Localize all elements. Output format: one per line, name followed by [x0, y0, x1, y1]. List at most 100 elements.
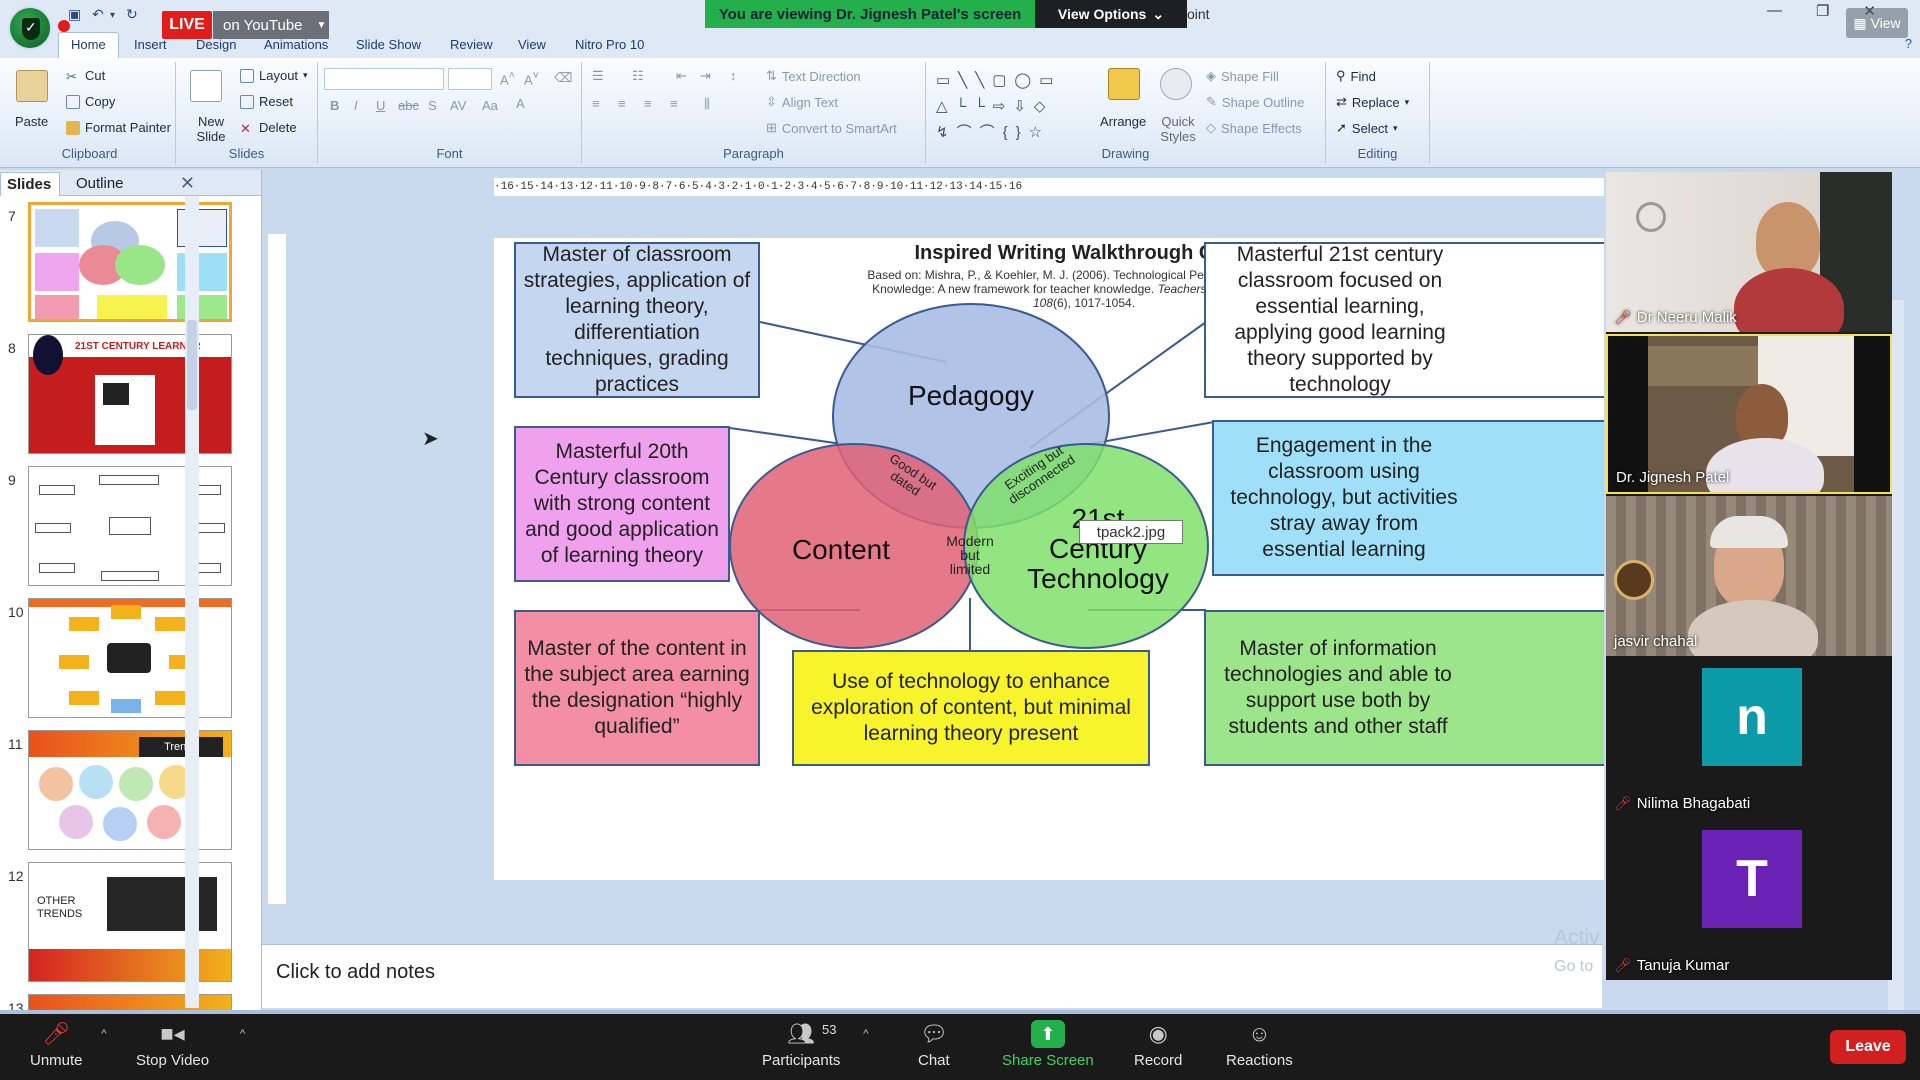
clear-formatting-icon[interactable]: ⌫	[554, 70, 572, 86]
shrink-font-icon[interactable]: A˅	[524, 70, 539, 87]
chat-button[interactable]: 💬︎ Chat	[918, 1020, 950, 1069]
arrange-button[interactable]: Arrange	[1100, 114, 1146, 129]
reactions-button[interactable]: ☺ Reactions	[1226, 1020, 1293, 1069]
participant-tile[interactable]: T 🎤︎ Tanuja Kumar	[1606, 820, 1892, 980]
line-spacing-icon[interactable]: ↕	[730, 68, 737, 83]
chevron-up-icon[interactable]: ^	[101, 1028, 106, 1040]
view-options-button[interactable]: View Options ⌄	[1035, 0, 1187, 28]
bold-icon[interactable]: B	[330, 98, 339, 113]
shape-effects-button[interactable]: ◇ Shape Effects	[1206, 120, 1302, 136]
box-content-master[interactable]: Master of the content in the subject are…	[514, 610, 760, 766]
slide-thumbnail[interactable]: 7	[0, 202, 240, 324]
box-engagement-technology[interactable]: Engagement in the classroom using techno…	[1212, 420, 1604, 576]
select-button[interactable]: ➚ Select ▾	[1336, 120, 1398, 136]
increase-indent-icon[interactable]: ⇥	[700, 68, 711, 84]
copy-button[interactable]: Copy	[66, 94, 115, 109]
new-slide-button[interactable]: New Slide	[188, 114, 234, 144]
strikethrough-icon[interactable]: abc	[398, 98, 419, 113]
convert-smartart-button[interactable]: ⊞ Convert to SmartArt	[766, 120, 897, 136]
office-button[interactable]	[8, 6, 52, 50]
bullets-icon[interactable]: ☰	[592, 68, 604, 84]
change-case-icon[interactable]: Aa	[482, 98, 498, 113]
slides-scrollbar[interactable]	[185, 196, 199, 1008]
align-left-icon[interactable]: ≡	[592, 96, 600, 111]
help-icon[interactable]: ?	[1905, 36, 1912, 51]
participant-tile-active[interactable]: Dr. Jignesh Patel	[1606, 334, 1892, 494]
reset-button[interactable]: Reset	[240, 94, 293, 109]
paste-button[interactable]: Paste	[15, 114, 48, 129]
slide-thumbnail[interactable]: 8 21ST CENTURY LEARNER	[0, 334, 240, 456]
tab-home[interactable]: Home	[58, 32, 119, 59]
slide-thumbnail[interactable]: 10	[0, 598, 240, 720]
quick-styles-button[interactable]: Quick Styles	[1158, 114, 1198, 144]
chevron-up-icon[interactable]: ^	[240, 1028, 245, 1040]
arrange-icon[interactable]	[1108, 68, 1140, 100]
scrollbar-thumb[interactable]	[187, 320, 197, 410]
paste-icon[interactable]	[16, 70, 48, 102]
font-size-input[interactable]	[448, 68, 492, 90]
text-direction-button[interactable]: ⇅ Text Direction	[766, 68, 861, 84]
grow-font-icon[interactable]: A˄	[500, 70, 515, 87]
character-spacing-icon[interactable]: AV	[450, 98, 466, 113]
notes-pane[interactable]: Click to add notes	[262, 944, 1602, 1008]
box-20th-century-classroom[interactable]: Masterful 20th Century classroom with st…	[514, 426, 730, 582]
undo-icon[interactable]: ↶	[92, 6, 104, 23]
redo-icon[interactable]: ↻	[126, 6, 138, 23]
box-information-technologies[interactable]: Master of information technologies and a…	[1204, 610, 1604, 766]
tab-design[interactable]: Design	[196, 37, 236, 52]
slide-thumbnail[interactable]: 9	[0, 466, 240, 588]
replace-button[interactable]: ⇄ Replace ▾	[1336, 94, 1409, 110]
participant-tile[interactable]: n 🎤︎ Nilima Bhagabati	[1606, 658, 1892, 818]
undo-dropdown-icon[interactable]: ▾	[110, 10, 115, 21]
align-center-icon[interactable]: ≡	[618, 96, 626, 111]
shapes-gallery[interactable]: ▭╲╲▢◯▭ △└└⇨⇩◇ ↯⌒⌒{}☆	[936, 68, 1092, 146]
tab-insert[interactable]: Insert	[134, 37, 167, 52]
justify-icon[interactable]: ≡	[670, 96, 678, 111]
slide-thumbnail[interactable]: 11 Trends	[0, 730, 240, 852]
minimize-button[interactable]: —	[1767, 2, 1782, 20]
tab-view[interactable]: View	[518, 37, 546, 52]
format-painter-button[interactable]: Format Painter	[66, 120, 171, 135]
tab-slides[interactable]: Slides	[0, 172, 60, 196]
box-technology-content[interactable]: Use of technology to enhance exploration…	[792, 650, 1150, 766]
tab-nitro-pro[interactable]: Nitro Pro 10	[575, 37, 644, 52]
share-screen-button[interactable]: ⬆ Share Screen	[1002, 1020, 1094, 1069]
participant-tile[interactable]: 🎤︎ Dr Neeru Malik	[1606, 172, 1892, 332]
font-name-input[interactable]	[324, 68, 444, 90]
shape-fill-button[interactable]: ◈ Shape Fill	[1206, 68, 1279, 84]
shape-outline-button[interactable]: ✎ Shape Outline	[1206, 94, 1304, 110]
close-icon[interactable]: ✕	[180, 173, 195, 194]
slide-thumbnail[interactable]: 13	[0, 994, 240, 1010]
underline-icon[interactable]: U	[376, 98, 385, 113]
new-slide-icon[interactable]	[190, 70, 222, 102]
tab-slide-show[interactable]: Slide Show	[356, 37, 421, 52]
live-on-youtube-button[interactable]: on YouTube ▼	[213, 11, 329, 39]
box-21st-century-classroom[interactable]: Masterful 21st century classroom focused…	[1204, 242, 1604, 398]
align-text-button[interactable]: ⇳ Align Text	[766, 94, 838, 110]
unmute-button[interactable]: 🎤︎ Unmute ^	[30, 1020, 107, 1069]
restore-button[interactable]: ❐	[1816, 2, 1829, 20]
leave-button[interactable]: Leave	[1830, 1030, 1906, 1064]
align-right-icon[interactable]: ≡	[644, 96, 652, 111]
delete-slide-button[interactable]: ✕ Delete	[240, 120, 297, 136]
tab-outline[interactable]: Outline	[76, 175, 124, 192]
font-color-icon[interactable]: A	[516, 96, 525, 111]
participants-button[interactable]: 👥︎ 53 Participants ^	[762, 1020, 868, 1069]
tab-animations[interactable]: Animations	[264, 37, 328, 52]
layout-button[interactable]: Layout ▾	[240, 68, 308, 83]
columns-icon[interactable]: ⫼	[704, 96, 710, 112]
shadow-icon[interactable]: S	[428, 98, 437, 113]
participant-tile[interactable]: jasvir chahal	[1606, 496, 1892, 656]
quick-styles-icon[interactable]	[1160, 68, 1192, 100]
slide-canvas[interactable]: Inspired Writing Walkthrough Guide Based…	[494, 238, 1604, 880]
box-pedagogy-master[interactable]: Master of classroom strategies, applicat…	[514, 242, 760, 398]
zoom-view-button[interactable]: ▦ View	[1846, 8, 1908, 38]
italic-icon[interactable]: I	[354, 98, 358, 113]
numbering-icon[interactable]: ☷	[632, 68, 644, 84]
record-button[interactable]: ◉ Record	[1134, 1020, 1182, 1069]
save-icon[interactable]: ▣	[68, 6, 81, 23]
tab-review[interactable]: Review	[450, 37, 493, 52]
cut-button[interactable]: ✂ Cut	[66, 68, 105, 84]
chevron-up-icon[interactable]: ^	[863, 1028, 868, 1040]
stop-video-button[interactable]: ■◂ Stop Video ^	[136, 1020, 245, 1069]
